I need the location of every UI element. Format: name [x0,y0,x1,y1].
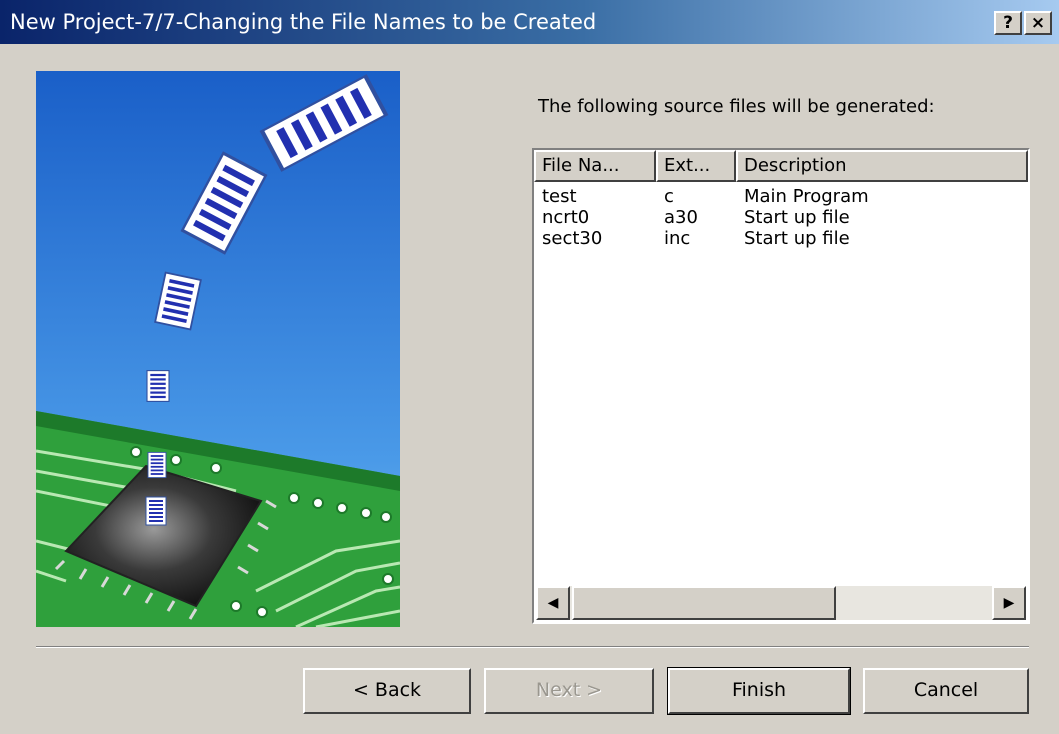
list-item[interactable]: ncrt0 a30 Start up file [534,207,1026,228]
file-list[interactable]: File Na... Ext... Description test c Mai… [532,148,1030,624]
next-button[interactable]: Next > [484,668,654,714]
file-description: Main Program [744,186,869,207]
back-button[interactable]: < Back [303,668,471,714]
cancel-button[interactable]: Cancel [863,668,1029,714]
column-header-description[interactable]: Description [736,150,1028,182]
scrollbar-thumb[interactable] [572,586,836,620]
window-title: New Project-7/7-Changing the File Names … [10,10,597,34]
list-header: File Na... Ext... Description [534,150,1028,182]
help-button[interactable]: ? [994,11,1022,35]
list-item[interactable]: sect30 inc Start up file [534,228,1026,249]
separator [36,646,1029,648]
wizard-illustration [36,71,400,627]
horizontal-scrollbar[interactable]: ◀ ▶ [536,586,1026,620]
prompt-text: The following source files will be gener… [538,96,935,117]
scroll-left-arrow-icon[interactable]: ◀ [536,586,570,620]
file-ext: a30 [664,207,698,228]
list-rows: test c Main Program ncrt0 a30 Start up f… [534,186,1026,249]
list-item[interactable]: test c Main Program [534,186,1026,207]
file-name: test [542,186,577,207]
finish-button[interactable]: Finish [667,667,851,715]
file-description: Start up file [744,207,850,228]
column-header-ext[interactable]: Ext... [656,150,736,182]
file-name: sect30 [542,228,603,249]
wizard-dialog: New Project-7/7-Changing the File Names … [0,0,1059,734]
file-ext: inc [664,228,691,249]
file-description: Start up file [744,228,850,249]
column-header-file-name[interactable]: File Na... [534,150,656,182]
file-name: ncrt0 [542,207,590,228]
title-bar[interactable]: New Project-7/7-Changing the File Names … [0,0,1059,44]
file-ext: c [664,186,674,207]
scroll-right-arrow-icon[interactable]: ▶ [992,586,1026,620]
close-button[interactable]: × [1024,11,1052,35]
